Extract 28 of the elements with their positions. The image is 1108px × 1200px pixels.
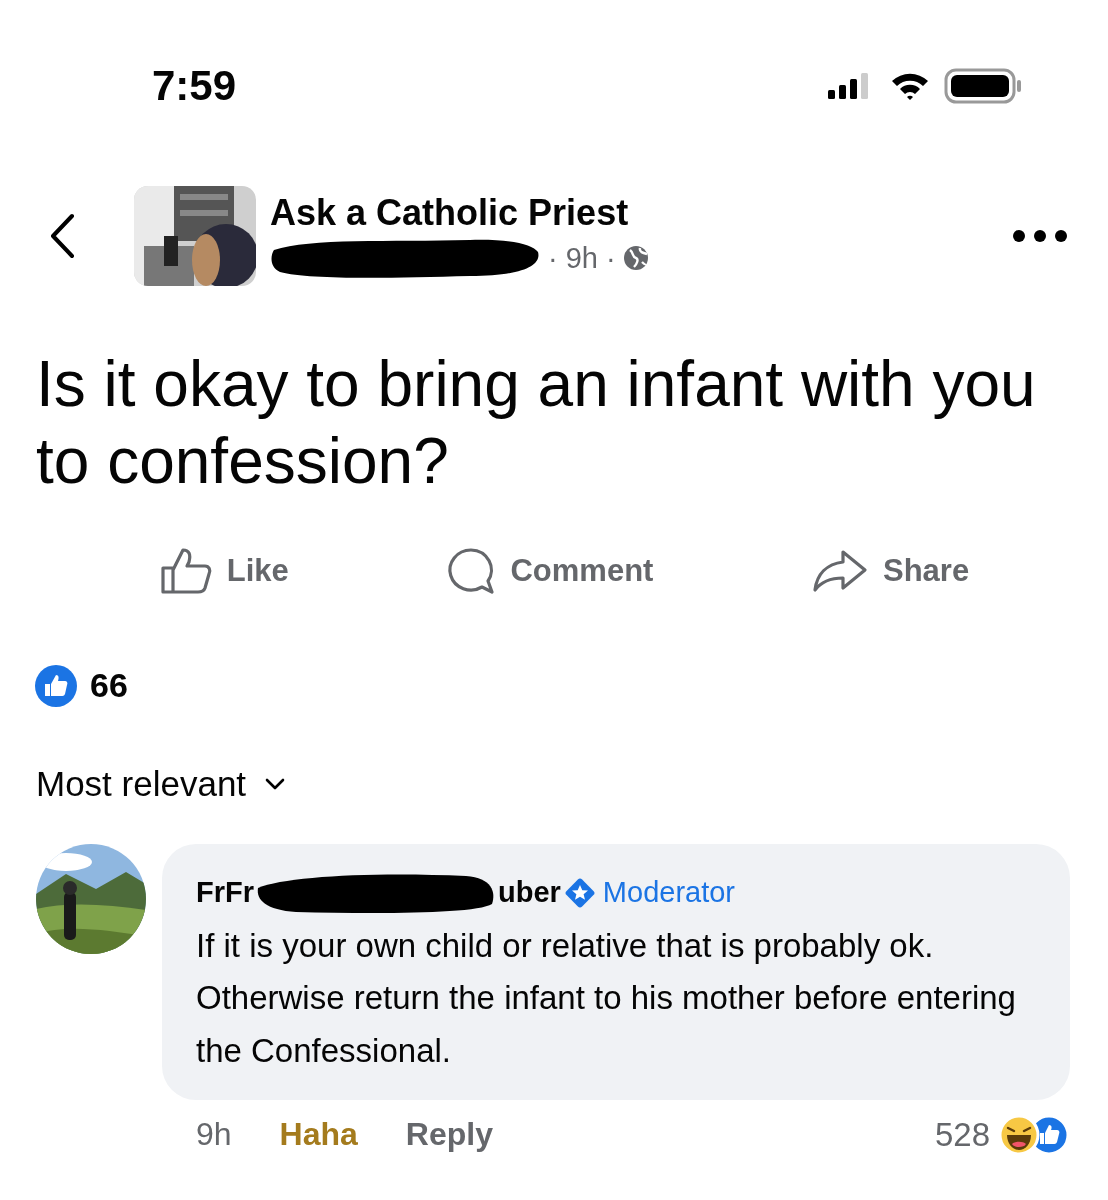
thumbs-up-icon bbox=[158, 545, 213, 596]
group-name[interactable]: Ask a Catholic Priest bbox=[270, 192, 1012, 234]
reply-link[interactable]: Reply bbox=[405, 1116, 493, 1154]
comment-button[interactable]: Comment bbox=[440, 541, 660, 600]
post-text: Is it okay to bring an infant with you to confession? bbox=[36, 347, 1036, 499]
status-time: 7:59 bbox=[152, 62, 237, 110]
globe-icon bbox=[621, 244, 650, 272]
like-button[interactable]: Like bbox=[152, 541, 295, 600]
comment-text: If it is your own child or relative that is probably ok. Otherwise return the infant to his mother before entering the Confessional. bbox=[196, 925, 1017, 1072]
post-time: · 9h · bbox=[548, 241, 616, 275]
reaction-link[interactable]: Haha bbox=[279, 1116, 358, 1154]
reaction-icons bbox=[998, 1114, 1070, 1156]
reaction-count[interactable]: 528 bbox=[934, 1116, 990, 1154]
more-icon[interactable] bbox=[1012, 229, 1068, 243]
sort-label[interactable]: Most relevant bbox=[36, 763, 247, 804]
battery-icon bbox=[944, 68, 1024, 104]
wifi-icon bbox=[890, 71, 930, 101]
comment-author[interactable]: FrFr bbox=[196, 876, 254, 910]
moderator-label: Moderator bbox=[602, 876, 735, 910]
speech-bubble-icon bbox=[446, 545, 497, 596]
share-button[interactable]: Share bbox=[805, 541, 976, 600]
chevron-down-icon[interactable] bbox=[264, 776, 287, 791]
back-icon[interactable] bbox=[48, 213, 76, 259]
comment-time: 9h bbox=[196, 1116, 232, 1154]
share-arrow-icon bbox=[811, 547, 869, 594]
comment-author[interactable]: uber bbox=[498, 876, 561, 910]
reaction-count[interactable]: 66 bbox=[90, 666, 128, 706]
like-reaction-icon bbox=[34, 663, 78, 708]
